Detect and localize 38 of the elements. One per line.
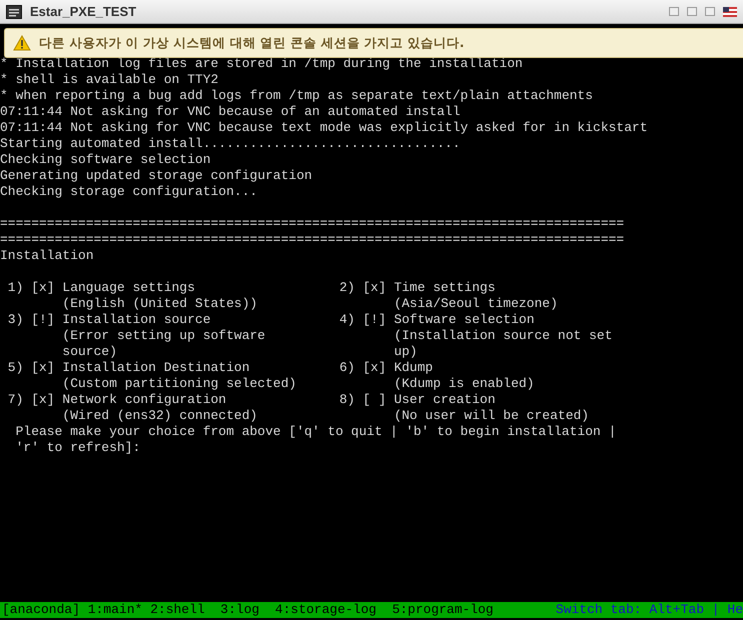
console-line: Checking storage configuration...	[0, 184, 258, 200]
warning-icon	[13, 35, 31, 51]
console-line: Generating updated storage configuration	[0, 168, 312, 184]
option-detail: (Kdump is enabled)	[392, 376, 534, 392]
option-detail: (Asia/Seoul timezone)	[392, 296, 558, 312]
flag-icon[interactable]	[723, 6, 737, 16]
console-line: * when reporting a bug add logs from /tmp as separate text/plain attachments	[0, 88, 593, 104]
option-detail: (Error setting up software	[61, 328, 266, 344]
menu-option[interactable]: 5) [x] Installation Destination	[8, 360, 250, 376]
notice-text: 다른 사용자가 이 가상 시스템에 대해 열린 콘솔 세션을 가지고 있습니다.	[39, 34, 464, 52]
option-detail: (No user will be created)	[392, 408, 589, 424]
menu-option[interactable]: 7) [x] Network configuration	[8, 392, 226, 408]
console-icon	[6, 4, 22, 18]
prompt-text: Please make your choice from above ['q' to quit | 'b' to begin installation | 'r' to refresh]:	[16, 424, 616, 456]
option-detail: (Custom partitioning selected)	[61, 376, 296, 392]
option-detail: up)	[392, 344, 418, 360]
menu-option[interactable]: 8) [ ] User creation	[339, 392, 496, 408]
console-line: * shell is available on TTY2	[0, 72, 218, 88]
option-detail: (Wired (ens32) connected)	[61, 408, 258, 424]
menu-option[interactable]: 6) [x] Kdump	[339, 360, 433, 376]
menu-option[interactable]: 4) [!] Software selection	[339, 312, 534, 328]
tab-list: [anaconda] 1:main* 2:shell 3:log 4:storage-log 5:program-log	[0, 602, 494, 618]
option-detail: source)	[61, 344, 117, 360]
console-line: Checking software selection	[0, 152, 211, 168]
section-heading: Installation	[0, 248, 94, 264]
window-title: Estar_PXE_TEST	[30, 4, 136, 19]
separator-line: ================================================================================	[0, 232, 624, 248]
key-hint: Switch tab: Alt+Tab | He	[556, 602, 743, 618]
option-detail: (English (United States))	[61, 296, 258, 312]
console-line: * Installation log files are stored in /tmp during the installation	[0, 56, 523, 72]
console-line: 07:11:44 Not asking for VNC because text mode was explicitly asked for in kickstart	[0, 120, 648, 136]
menu-option[interactable]: 1) [x] Language settings	[8, 280, 196, 296]
option-detail: (Installation source not set	[392, 328, 612, 344]
console-line: Starting automated install.................................	[0, 136, 460, 152]
separator-line: ================================================================================	[0, 216, 624, 232]
console-line: 07:11:44 Not asking for VNC because of an automated install	[0, 104, 460, 120]
menu-option[interactable]: 3) [!] Installation source	[8, 312, 211, 328]
menu-option[interactable]: 2) [x] Time settings	[339, 280, 496, 296]
